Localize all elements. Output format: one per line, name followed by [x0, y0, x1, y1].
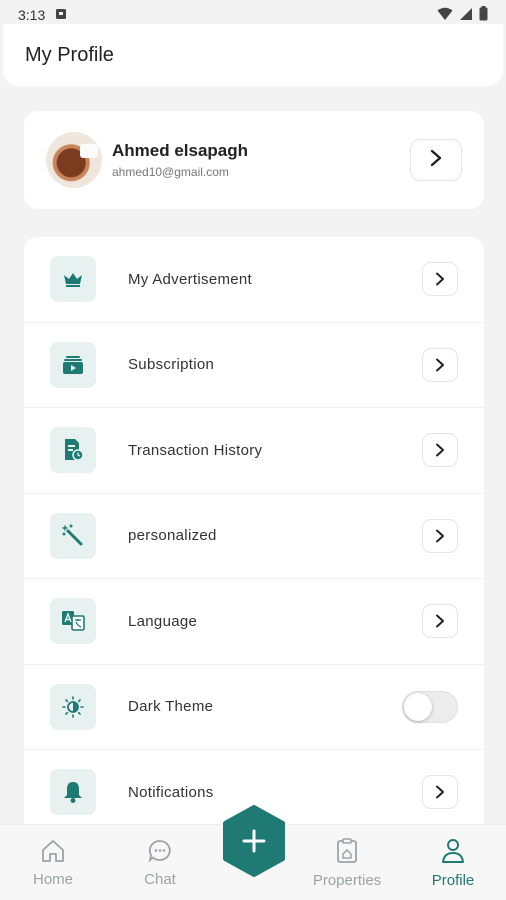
menu-item-transaction-history[interactable]: Transaction History [24, 408, 484, 494]
menu-item-language[interactable]: Language [24, 579, 484, 665]
menu-item-label: Dark Theme [128, 698, 214, 716]
chevron-right-icon[interactable] [422, 775, 458, 810]
menu-item-label: Transaction History [128, 441, 263, 459]
chevron-right-icon[interactable] [422, 347, 458, 382]
transaction-history-icon [50, 427, 96, 474]
nav-properties-label: Properties [312, 871, 382, 889]
magic-wand-icon [50, 512, 96, 559]
signal-icon [459, 7, 473, 24]
nav-home[interactable]: Home [8, 825, 98, 900]
bell-icon [50, 769, 96, 816]
avatar [46, 132, 102, 188]
user-icon [441, 838, 465, 868]
battery-icon [479, 6, 488, 24]
brightness-icon [50, 683, 96, 730]
page-header: My Profile [3, 24, 503, 86]
menu-item-label: Language [128, 612, 198, 630]
dark-theme-toggle[interactable] [402, 690, 458, 723]
toggle-knob [404, 692, 432, 721]
menu-item-my-advertisement[interactable]: My Advertisement [24, 237, 484, 323]
translate-icon [50, 598, 96, 645]
nav-chat-label: Chat [144, 870, 176, 888]
nav-properties[interactable]: Properties [302, 825, 392, 900]
properties-icon [335, 837, 359, 868]
menu-item-label: Notifications [128, 783, 214, 801]
add-button[interactable] [221, 805, 287, 877]
profile-name: Ahmed elsapagh [112, 141, 249, 160]
page-title: My Profile [25, 43, 114, 66]
nav-home-label: Home [32, 870, 73, 888]
menu-item-personalized[interactable]: personalized [24, 494, 484, 579]
profile-card[interactable]: Ahmed elsapagh ahmed10@gmail.com [24, 111, 484, 209]
notification-icon [55, 7, 67, 23]
nav-profile-label: Profile [431, 871, 475, 889]
settings-menu: My Advertisement Subscription Transactio… [24, 237, 484, 837]
wifi-icon [437, 7, 453, 24]
nav-chat[interactable]: Chat [115, 825, 205, 900]
status-time: 3:13 [18, 7, 46, 23]
chevron-right-icon[interactable] [422, 433, 458, 468]
profile-info: Ahmed elsapagh ahmed10@gmail.com [112, 141, 248, 179]
plus-icon [242, 829, 266, 858]
crown-icon [50, 256, 96, 303]
chevron-right-icon[interactable] [422, 262, 458, 297]
chat-icon [147, 839, 173, 867]
menu-item-label: My Advertisement [128, 270, 253, 288]
menu-item-subscription[interactable]: Subscription [24, 323, 484, 408]
chevron-right-icon[interactable] [422, 604, 458, 639]
profile-email: ahmed10@gmail.com [112, 165, 229, 179]
menu-item-dark-theme: Dark Theme [24, 665, 484, 750]
menu-item-label: personalized [128, 527, 217, 545]
profile-open-button[interactable] [410, 139, 462, 181]
chevron-right-icon [429, 147, 443, 173]
subscription-icon [50, 341, 96, 388]
nav-profile[interactable]: Profile [408, 825, 498, 900]
home-icon [40, 839, 66, 867]
chevron-right-icon[interactable] [422, 518, 458, 553]
menu-item-label: Subscription [128, 356, 215, 374]
